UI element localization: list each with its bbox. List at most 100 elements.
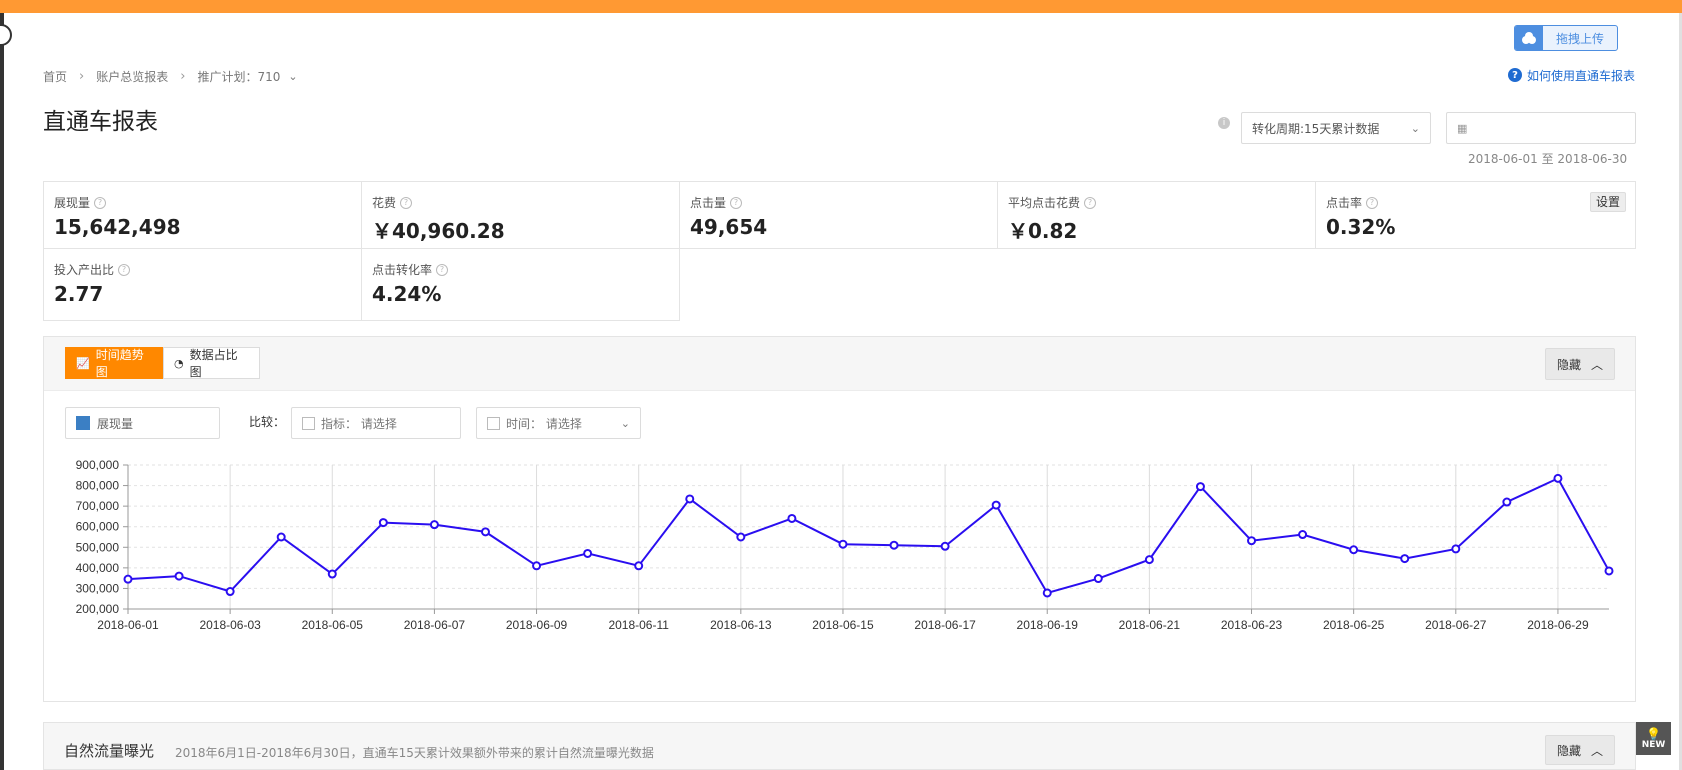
metric-value: 15,642,498 — [54, 215, 181, 239]
date-range-connector: 至 — [1541, 152, 1554, 166]
line-chart-icon: 📈 — [76, 356, 90, 370]
data-point[interactable] — [736, 532, 746, 542]
natural-panel-description: 2018年6月1日-2018年6月30日，直通车15天累计效果额外带来的累计自然… — [175, 746, 654, 760]
metric-ctr[interactable]: 点击率? 0.32% 设置 — [1315, 181, 1636, 249]
chevron-down-icon: ⌄ — [1410, 121, 1420, 135]
chevron-down-icon: ⌄ — [620, 416, 630, 430]
breadcrumb-account-report[interactable]: 账户总览报表 — [96, 68, 168, 85]
left-edge-bar — [0, 13, 4, 770]
data-point[interactable] — [123, 574, 133, 584]
data-point[interactable] — [838, 539, 848, 549]
metric-label: 平均点击花费 — [1008, 196, 1081, 210]
data-point[interactable] — [174, 571, 184, 581]
x-tick-label: 2018-06-21 — [1119, 618, 1181, 632]
metric-cost[interactable]: 花费? ￥40,960.28 — [361, 181, 680, 249]
metric-value: ￥40,960.28 — [372, 219, 505, 243]
data-point[interactable] — [1093, 574, 1103, 584]
data-point[interactable] — [1604, 566, 1614, 576]
new-feature-badge[interactable]: 💡 NEW — [1636, 722, 1671, 755]
chart-panel-header: 📈 时间趋势图 ◔ 数据占比图 隐藏 ︿ — [44, 337, 1635, 391]
data-point[interactable] — [532, 561, 542, 571]
info-icon[interactable]: i — [1218, 117, 1230, 129]
help-icon[interactable]: ? — [1084, 196, 1097, 209]
hide-natural-button[interactable]: 隐藏 ︿ — [1545, 735, 1615, 765]
data-point[interactable] — [1042, 588, 1052, 598]
tab-label: 时间趋势图 — [95, 348, 144, 379]
compare-label: 比较： — [249, 415, 286, 429]
x-tick-label: 2018-06-05 — [302, 618, 364, 632]
selected-metric-chip[interactable]: 展现量 — [65, 407, 220, 439]
conversion-cycle-select[interactable]: 转化周期:15天累计数据 ⌄ — [1241, 112, 1431, 144]
series-line — [127, 477, 1610, 595]
data-point[interactable] — [1349, 545, 1359, 555]
upload-button[interactable]: 拖拽上传 — [1514, 25, 1618, 51]
line-chart[interactable]: 200,000 300,000 400,000 500,000 600,000 700,0… — [44, 457, 1635, 647]
data-point[interactable] — [634, 561, 644, 571]
metric-cvr[interactable]: 点击转化率? 4.24% — [361, 248, 680, 321]
page-title: 直通车报表 — [43, 109, 158, 135]
data-point[interactable] — [1451, 544, 1461, 554]
date-picker-input[interactable]: ▦ — [1446, 112, 1636, 144]
data-point[interactable] — [480, 527, 490, 537]
metric-value: 49,654 — [690, 215, 768, 239]
lightbulb-icon: 💡 — [1646, 726, 1661, 741]
data-point[interactable] — [583, 548, 593, 558]
data-point[interactable] — [991, 500, 1001, 510]
metric-roi[interactable]: 投入产出比? 2.77 — [43, 248, 362, 321]
data-point[interactable] — [889, 540, 899, 550]
data-point[interactable] — [1553, 473, 1563, 483]
metric-value: 0.32% — [1326, 215, 1396, 239]
hide-chart-button[interactable]: 隐藏 ︿ — [1545, 348, 1615, 380]
data-point[interactable] — [225, 587, 235, 597]
date-range-text: 2018-06-01 至 2018-06-30 — [1468, 150, 1627, 167]
help-icon[interactable]: ? — [400, 196, 413, 209]
x-tick-label: 2018-06-19 — [1017, 618, 1079, 632]
data-point[interactable] — [787, 513, 797, 523]
help-icon[interactable]: ? — [730, 196, 743, 209]
breadcrumb-plan[interactable]: 推广计划：710 — [197, 68, 280, 85]
breadcrumb-home[interactable]: 首页 — [43, 68, 67, 85]
help-icon[interactable]: ? — [94, 196, 107, 209]
y-tick-label: 200,000 — [76, 602, 120, 616]
data-point[interactable] — [940, 541, 950, 551]
help-icon[interactable]: ? — [436, 263, 449, 276]
y-tick-label: 700,000 — [76, 499, 120, 513]
data-point[interactable] — [378, 518, 388, 528]
metric-label: 投入产出比 — [54, 263, 115, 277]
data-point[interactable] — [1247, 536, 1257, 546]
metric-avg-cpc[interactable]: 平均点击花费? ￥0.82 — [997, 181, 1316, 249]
y-tick-label: 300,000 — [76, 581, 120, 595]
tab-time-trend[interactable]: 📈 时间趋势图 — [65, 347, 164, 379]
compare-time-select[interactable]: 时间： 请选择 ⌄ — [476, 407, 641, 439]
help-icon[interactable]: ? — [118, 263, 131, 276]
side-handle-icon[interactable] — [0, 24, 12, 46]
chevron-down-icon[interactable]: ⌄ — [288, 70, 297, 83]
cloud-upload-icon — [1515, 26, 1543, 50]
metric-clicks[interactable]: 点击量? 49,654 — [679, 181, 998, 249]
tab-label: 数据占比图 — [189, 348, 238, 379]
data-point[interactable] — [276, 532, 286, 542]
help-icon[interactable]: ? — [1366, 196, 1379, 209]
data-point[interactable] — [1400, 554, 1410, 564]
help-link[interactable]: ? 如何使用直通车报表 — [1508, 66, 1635, 84]
checkbox[interactable] — [487, 416, 500, 430]
data-point[interactable] — [1144, 555, 1154, 565]
data-point[interactable] — [327, 569, 337, 579]
settings-button[interactable]: 设置 — [1589, 192, 1626, 212]
series-color-swatch — [76, 416, 90, 430]
x-tick-label: 2018-06-25 — [1323, 618, 1385, 632]
data-point[interactable] — [1195, 482, 1205, 492]
data-point[interactable] — [1502, 497, 1512, 507]
x-tick-label: 2018-06-23 — [1221, 618, 1283, 632]
compare-metric-select[interactable]: 指标： 请选择 — [291, 407, 461, 439]
checkbox[interactable] — [302, 416, 315, 430]
metric-impressions[interactable]: 展现量? 15,642,498 — [43, 181, 362, 249]
data-point[interactable] — [1298, 530, 1308, 540]
data-point[interactable] — [685, 494, 695, 504]
pie-chart-icon: ◔ — [174, 356, 184, 370]
hide-label: 隐藏 — [1556, 743, 1581, 758]
data-point[interactable] — [429, 520, 439, 530]
question-circle-icon: ? — [1508, 68, 1522, 82]
tab-data-share[interactable]: ◔ 数据占比图 — [163, 347, 260, 379]
x-tick-label: 2018-06-27 — [1425, 618, 1487, 632]
